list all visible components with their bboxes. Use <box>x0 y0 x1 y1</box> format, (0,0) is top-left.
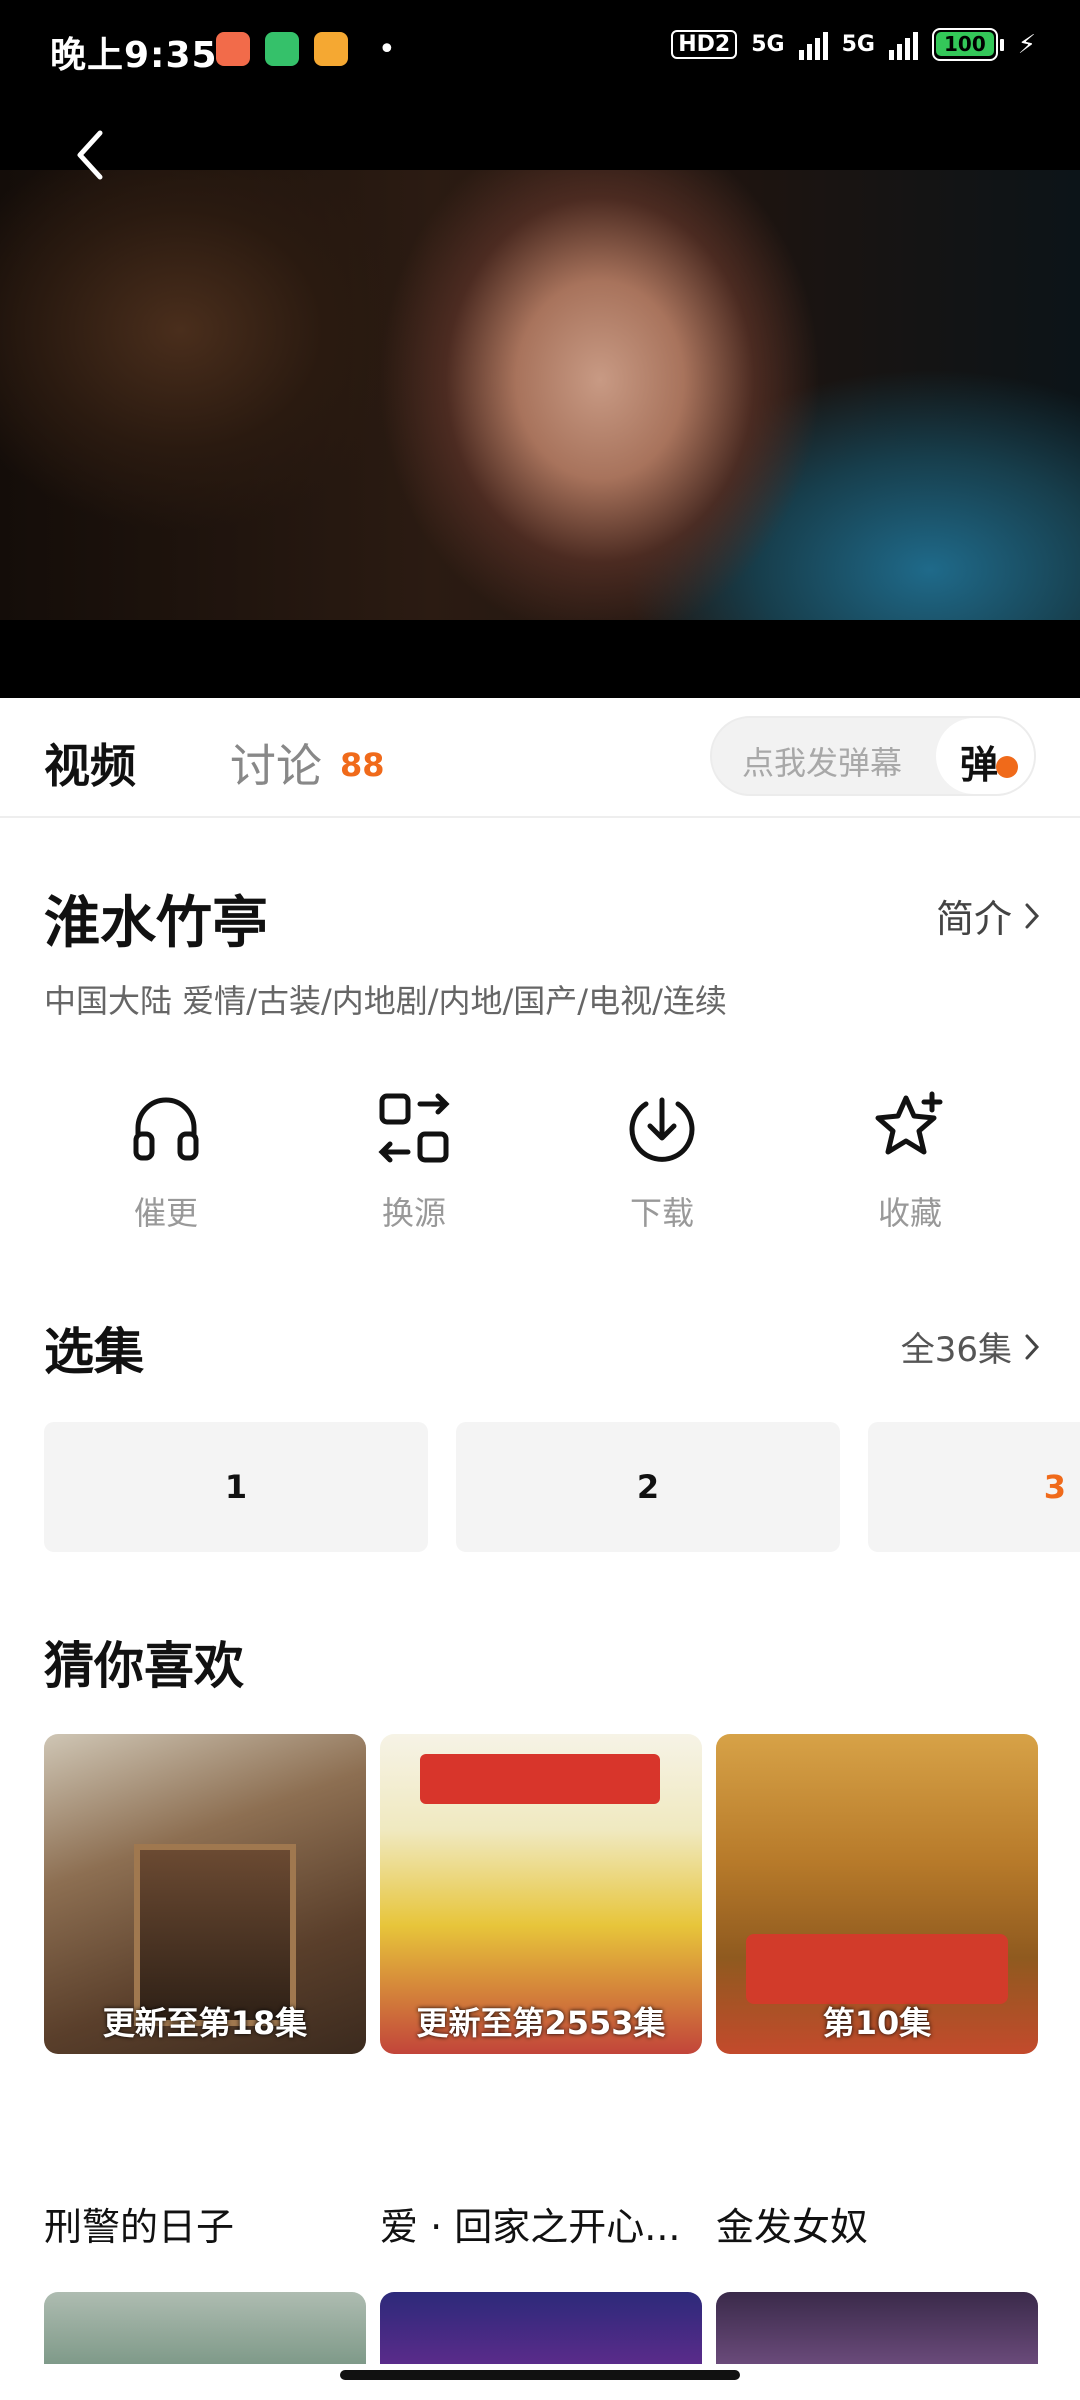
episode-button[interactable]: 2 <box>456 1422 840 1552</box>
episode-button-active[interactable]: 3 <box>868 1422 1080 1552</box>
star-add-icon <box>875 1091 943 1155</box>
danmu-input[interactable]: 点我发弹幕 弹 <box>710 716 1036 796</box>
update-badge: 更新至第18集 <box>102 2004 308 2042</box>
video-frame[interactable] <box>0 170 1080 620</box>
android-notification-icon <box>265 32 299 66</box>
show-title: 淮水竹亭 <box>44 891 268 956</box>
home-indicator[interactable] <box>340 2370 740 2380</box>
update-badge: 第10集 <box>822 2004 932 2042</box>
headphones-icon <box>133 1097 199 1161</box>
tab-video[interactable]: 视频 <box>44 730 136 796</box>
action-label: 收藏 <box>877 1194 942 1232</box>
show-meta: 中国大陆 爱情/古装/内地剧/内地/国产/电视/连续 <box>44 982 727 1020</box>
video-player[interactable] <box>0 102 1080 698</box>
chevron-right-icon <box>1025 1334 1040 1359</box>
switch-source-icon <box>378 1093 450 1163</box>
status-bar: 晚上9:35 • HD2 5G 5G 100 ⚡ <box>0 0 1080 102</box>
recommend-title[interactable]: 爱 · 回家之开心... <box>380 2196 680 2251</box>
episode-button[interactable]: 1 <box>44 1422 428 1552</box>
all-episodes-link[interactable]: 全36集 <box>901 1322 1040 1371</box>
recommend-card[interactable]: 更新至第2553集 <box>380 1734 702 2054</box>
back-arrow-icon[interactable] <box>70 125 110 185</box>
charging-icon: ⚡ <box>1017 29 1036 60</box>
recommend-card[interactable] <box>716 2292 1038 2364</box>
tab-discussion[interactable]: 讨论 <box>230 730 322 796</box>
action-row: 催更 换源 下载 收藏 <box>0 1090 1080 1240</box>
poster-logo <box>746 1934 1008 2004</box>
intro-label: 简介 <box>935 897 1012 941</box>
signal-1-icon <box>798 30 828 60</box>
status-time: 晚上9:35 <box>50 35 218 76</box>
episodes-section-title: 选集 <box>44 1323 144 1381</box>
action-urge-update[interactable]: 催更 <box>66 1090 266 1234</box>
hd-voice-icon: HD2 <box>671 30 738 59</box>
danmu-button-label: 弹 <box>960 743 999 787</box>
poster-logo <box>420 1754 660 1804</box>
signal-2-icon <box>888 30 918 60</box>
recommend-section-title: 猜你喜欢 <box>44 1637 244 1695</box>
battery-level: 100 <box>935 32 994 56</box>
action-label: 下载 <box>629 1194 694 1232</box>
danmu-button[interactable]: 弹 <box>936 718 1034 794</box>
action-favorite[interactable]: 收藏 <box>810 1090 1010 1234</box>
action-label: 换源 <box>381 1194 446 1232</box>
battery-icon: 100 <box>931 28 1004 61</box>
update-badge: 更新至第2553集 <box>416 2004 666 2042</box>
discussion-count-badge: 88 <box>340 746 385 784</box>
recommend-card[interactable] <box>380 2292 702 2364</box>
action-download[interactable]: 下载 <box>562 1090 762 1234</box>
recommend-card[interactable]: 更新至第18集 <box>44 1734 366 2054</box>
action-label: 催更 <box>133 1194 198 1232</box>
all-episodes-label: 全36集 <box>900 1330 1012 1370</box>
action-switch-source[interactable]: 换源 <box>314 1090 514 1234</box>
network-type-2: 5G <box>841 32 875 57</box>
recommend-card[interactable] <box>44 2292 366 2364</box>
intro-link[interactable]: 简介 <box>936 888 1040 943</box>
danmu-placeholder: 点我发弹幕 <box>742 744 903 782</box>
note-notification-icon <box>314 32 348 66</box>
status-dot: • <box>378 32 396 67</box>
network-type-1: 5G <box>751 32 785 57</box>
chevron-right-icon <box>1025 903 1040 928</box>
recommend-title[interactable]: 金发女奴 <box>716 2196 868 2251</box>
recommend-card[interactable]: 第10集 <box>716 1734 1038 2054</box>
danmu-check-icon <box>996 756 1018 778</box>
recommend-title[interactable]: 刑警的日子 <box>44 2196 234 2251</box>
app-notification-icon <box>216 32 250 66</box>
download-icon <box>629 1097 695 1162</box>
